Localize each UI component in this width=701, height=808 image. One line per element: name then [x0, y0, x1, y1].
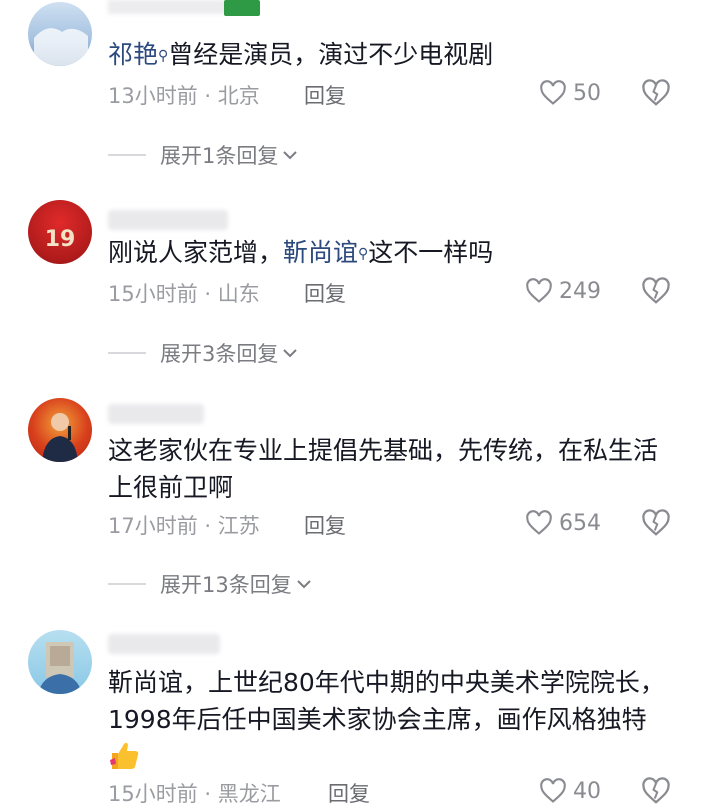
mention-link[interactable]: 靳尚谊⚲: [283, 238, 368, 267]
like-button[interactable]: 249: [525, 276, 601, 306]
divider: [108, 154, 146, 156]
like-button[interactable]: 50: [539, 78, 601, 108]
heart-icon: [540, 80, 566, 105]
comment-text: 靳尚谊，上世纪80年代中期的中央美术学院院长，1998年后任中国美术家协会主席，…: [108, 664, 668, 776]
avatar[interactable]: [28, 630, 92, 694]
avatar[interactable]: [28, 2, 92, 66]
like-count: 654: [559, 510, 601, 536]
reply-button[interactable]: 回复: [328, 778, 370, 808]
broken-heart-icon[interactable]: [641, 78, 671, 108]
like-button[interactable]: 40: [539, 776, 601, 806]
reply-button[interactable]: 回复: [304, 510, 346, 540]
chevron-down-icon: [283, 349, 298, 358]
expand-replies-button[interactable]: 展开3条回复: [108, 339, 298, 367]
broken-heart-icon[interactable]: [641, 508, 671, 538]
like-count: 249: [559, 278, 601, 304]
broken-heart-icon[interactable]: [641, 776, 671, 806]
expand-replies-button[interactable]: 展开13条回复: [108, 570, 312, 598]
comment-text: 这老家伙在专业上提倡先基础，先传统，在私生活上很前卫啊: [108, 436, 659, 502]
username[interactable]: [108, 634, 220, 654]
heart-icon: [526, 278, 552, 303]
heart-icon: [540, 778, 566, 803]
thumbs-up-icon: [108, 738, 142, 772]
comment-time-location: 15小时前 · 黑龙江: [108, 782, 281, 806]
partial-username-top: [108, 0, 228, 14]
chevron-down-icon: [297, 580, 311, 589]
partial-avatar-flag: [224, 0, 260, 16]
reply-button[interactable]: 回复: [304, 80, 346, 110]
search-icon: ⚲: [158, 48, 169, 64]
username[interactable]: [108, 404, 204, 424]
divider: [108, 583, 146, 585]
chevron-down-icon: [283, 151, 298, 160]
reply-button[interactable]: 回复: [304, 278, 346, 308]
divider: [108, 352, 146, 354]
comment-time-location: 15小时前 · 山东: [108, 282, 260, 306]
heart-icon: [526, 510, 552, 535]
mention-link[interactable]: 祁艳⚲: [108, 40, 168, 69]
comment-text: 刚说人家范增，靳尚谊⚲这不一样吗: [108, 238, 494, 267]
comment-time-location: 13小时前 · 北京: [108, 84, 260, 108]
search-icon: ⚲: [358, 246, 369, 262]
broken-heart-icon[interactable]: [641, 276, 671, 306]
expand-replies-button[interactable]: 展开1条回复: [108, 141, 298, 169]
avatar[interactable]: 19: [28, 200, 92, 264]
svg-text:19: 19: [45, 227, 76, 252]
avatar[interactable]: [28, 398, 92, 462]
username[interactable]: [108, 210, 228, 230]
comment-text: 祁艳⚲曾经是演员，演过不少电视剧: [108, 40, 494, 69]
like-button[interactable]: 654: [525, 508, 601, 538]
like-count: 50: [573, 80, 601, 106]
comment-time-location: 17小时前 · 江苏: [108, 514, 260, 538]
